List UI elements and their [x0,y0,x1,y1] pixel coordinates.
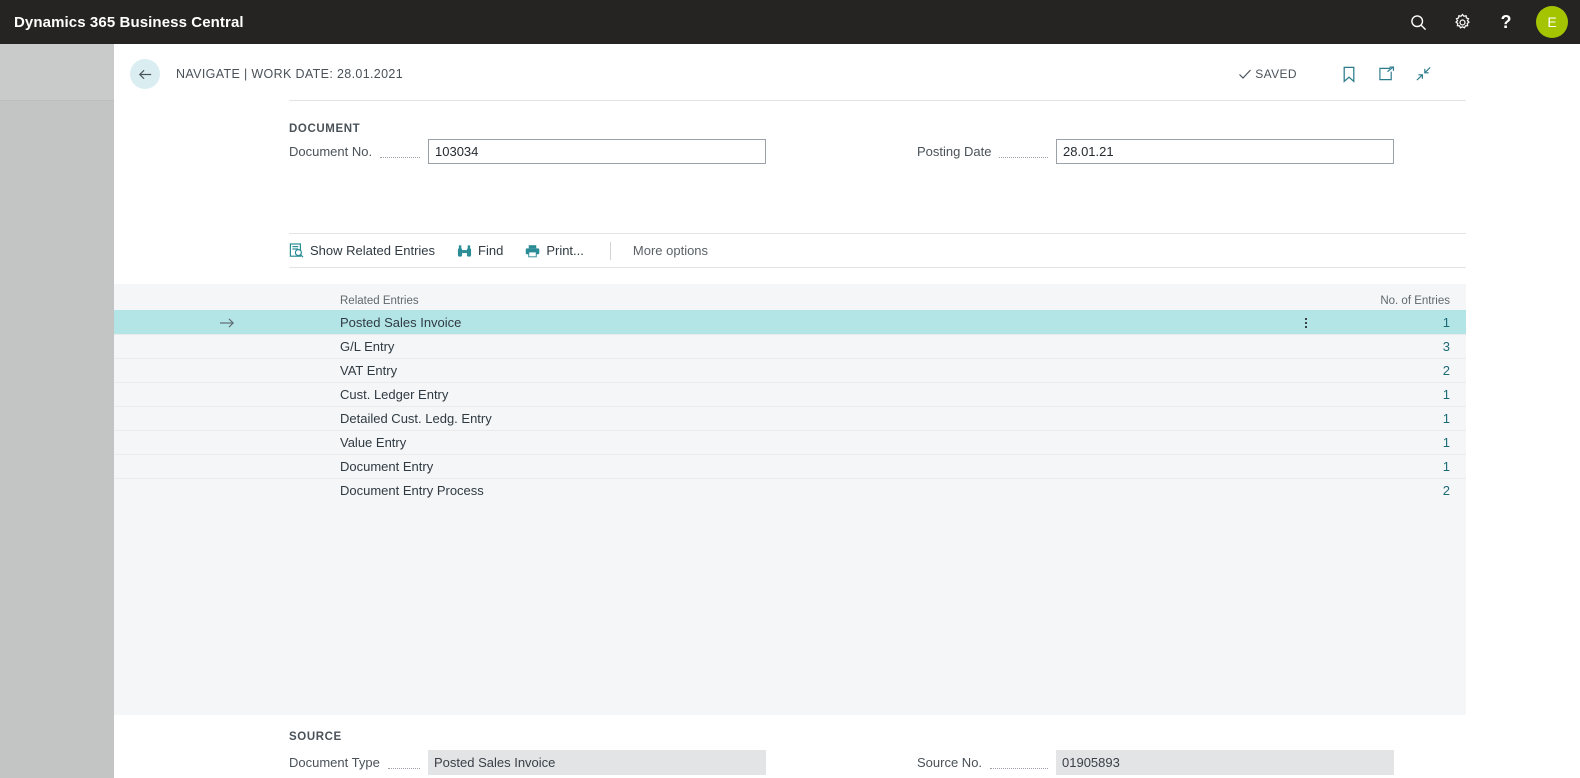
table-row[interactable]: G/L Entry 3 [114,334,1466,358]
row-no-of-entries[interactable]: 1 [1346,411,1466,426]
show-related-entries-label: Show Related Entries [310,243,435,258]
field-document-type: Document Type [289,750,766,775]
collapse-icon[interactable] [1408,59,1438,89]
row-no-of-entries[interactable]: 1 [1346,459,1466,474]
app-title: Dynamics 365 Business Central [14,14,244,31]
page-header-actions: SAVED [1238,59,1466,89]
related-entries-icon [289,243,304,258]
table-row[interactable]: Document Entry 1 [114,454,1466,478]
row-no-of-entries[interactable]: 2 [1346,483,1466,498]
row-no-of-entries[interactable]: 2 [1346,363,1466,378]
app-bar-actions: ? E [1396,0,1580,44]
field-source-no: Source No. [917,750,1394,775]
binoculars-icon [457,244,472,258]
more-options-button[interactable]: More options [633,243,708,258]
grid-header-row: Related Entries No. of Entries [114,284,1466,310]
column-header-related-entries[interactable]: Related Entries [340,295,1266,307]
search-icon[interactable] [1396,0,1440,44]
printer-icon [525,244,540,258]
table-row[interactable]: Posted Sales Invoice 1 [114,310,1466,334]
toolbar-divider-bottom [289,267,1466,268]
navigate-page: NAVIGATE | WORK DATE: 28.01.2021 SAVED [114,44,1466,778]
document-group-title: DOCUMENT [289,123,360,135]
avatar[interactable]: E [1536,6,1568,38]
app-top-bar: Dynamics 365 Business Central ? E [0,0,1580,44]
show-related-entries-button[interactable]: Show Related Entries [289,243,435,258]
dotted-leader [388,768,420,769]
open-in-new-window-icon[interactable] [1371,59,1401,89]
gear-icon[interactable] [1440,0,1484,44]
row-related-entry-name: Detailed Cust. Ledg. Entry [340,411,1266,426]
help-icon[interactable]: ? [1484,0,1528,44]
row-related-entry-name: Posted Sales Invoice [340,315,1266,330]
check-icon [1238,67,1252,81]
grid-body: Posted Sales Invoice 1 G/L Entry 3 VAT Entry… [114,310,1466,502]
row-related-entry-name: Document Entry Process [340,483,1266,498]
source-group-title: SOURCE [289,731,342,743]
backdrop-right-margin [1466,44,1580,778]
column-header-no-of-entries[interactable]: No. of Entries [1346,295,1466,307]
action-toolbar: Show Related Entries Find [289,234,1466,267]
find-button[interactable]: Find [457,243,503,258]
field-label-document-no: Document No. [289,144,372,159]
header-divider [289,100,1466,101]
row-no-of-entries[interactable]: 3 [1346,339,1466,354]
toolbar-separator [610,242,611,260]
row-related-entry-name: Cust. Ledger Entry [340,387,1266,402]
field-label-source-no: Source No. [917,755,982,770]
page-header: NAVIGATE | WORK DATE: 28.01.2021 SAVED [114,44,1466,104]
table-row[interactable]: VAT Entry 2 [114,358,1466,382]
field-label-posting-date: Posting Date [917,144,991,159]
table-row[interactable]: Value Entry 1 [114,430,1466,454]
dotted-leader [999,157,1048,158]
row-no-of-entries[interactable]: 1 [1346,387,1466,402]
row-more-menu-icon[interactable] [1266,316,1346,330]
row-related-entry-name: G/L Entry [340,339,1266,354]
bookmark-icon[interactable] [1334,59,1364,89]
source-group: SOURCE Document Type Source No. Source T… [114,715,1466,778]
print-button[interactable]: Print... [525,243,584,258]
field-label-document-type: Document Type [289,755,380,770]
row-no-of-entries[interactable]: 1 [1346,315,1466,330]
back-button[interactable] [130,59,160,89]
page-title: NAVIGATE | WORK DATE: 28.01.2021 [176,67,403,81]
row-related-entry-name: VAT Entry [340,363,1266,378]
table-row[interactable]: Document Entry Process 2 [114,478,1466,502]
status-badge: SAVED [1238,67,1297,81]
dotted-leader [380,157,420,158]
row-indicator-arrow-icon [114,317,340,329]
row-no-of-entries[interactable]: 1 [1346,435,1466,450]
print-label: Print... [546,243,584,258]
dotted-leader [990,768,1048,769]
document-type-value [428,750,766,775]
posting-date-input[interactable] [1056,139,1394,164]
field-posting-date: Posting Date [917,139,1394,164]
table-row[interactable]: Cust. Ledger Entry 1 [114,382,1466,406]
related-entries-grid: Related Entries No. of Entries Posted Sa… [114,284,1466,715]
saved-label: SAVED [1255,67,1297,81]
find-label: Find [478,243,503,258]
table-row[interactable]: Detailed Cust. Ledg. Entry 1 [114,406,1466,430]
document-no-input[interactable] [428,139,766,164]
row-related-entry-name: Value Entry [340,435,1266,450]
source-no-value [1056,750,1394,775]
field-document-no: Document No. [289,139,766,164]
row-related-entry-name: Document Entry [340,459,1266,474]
